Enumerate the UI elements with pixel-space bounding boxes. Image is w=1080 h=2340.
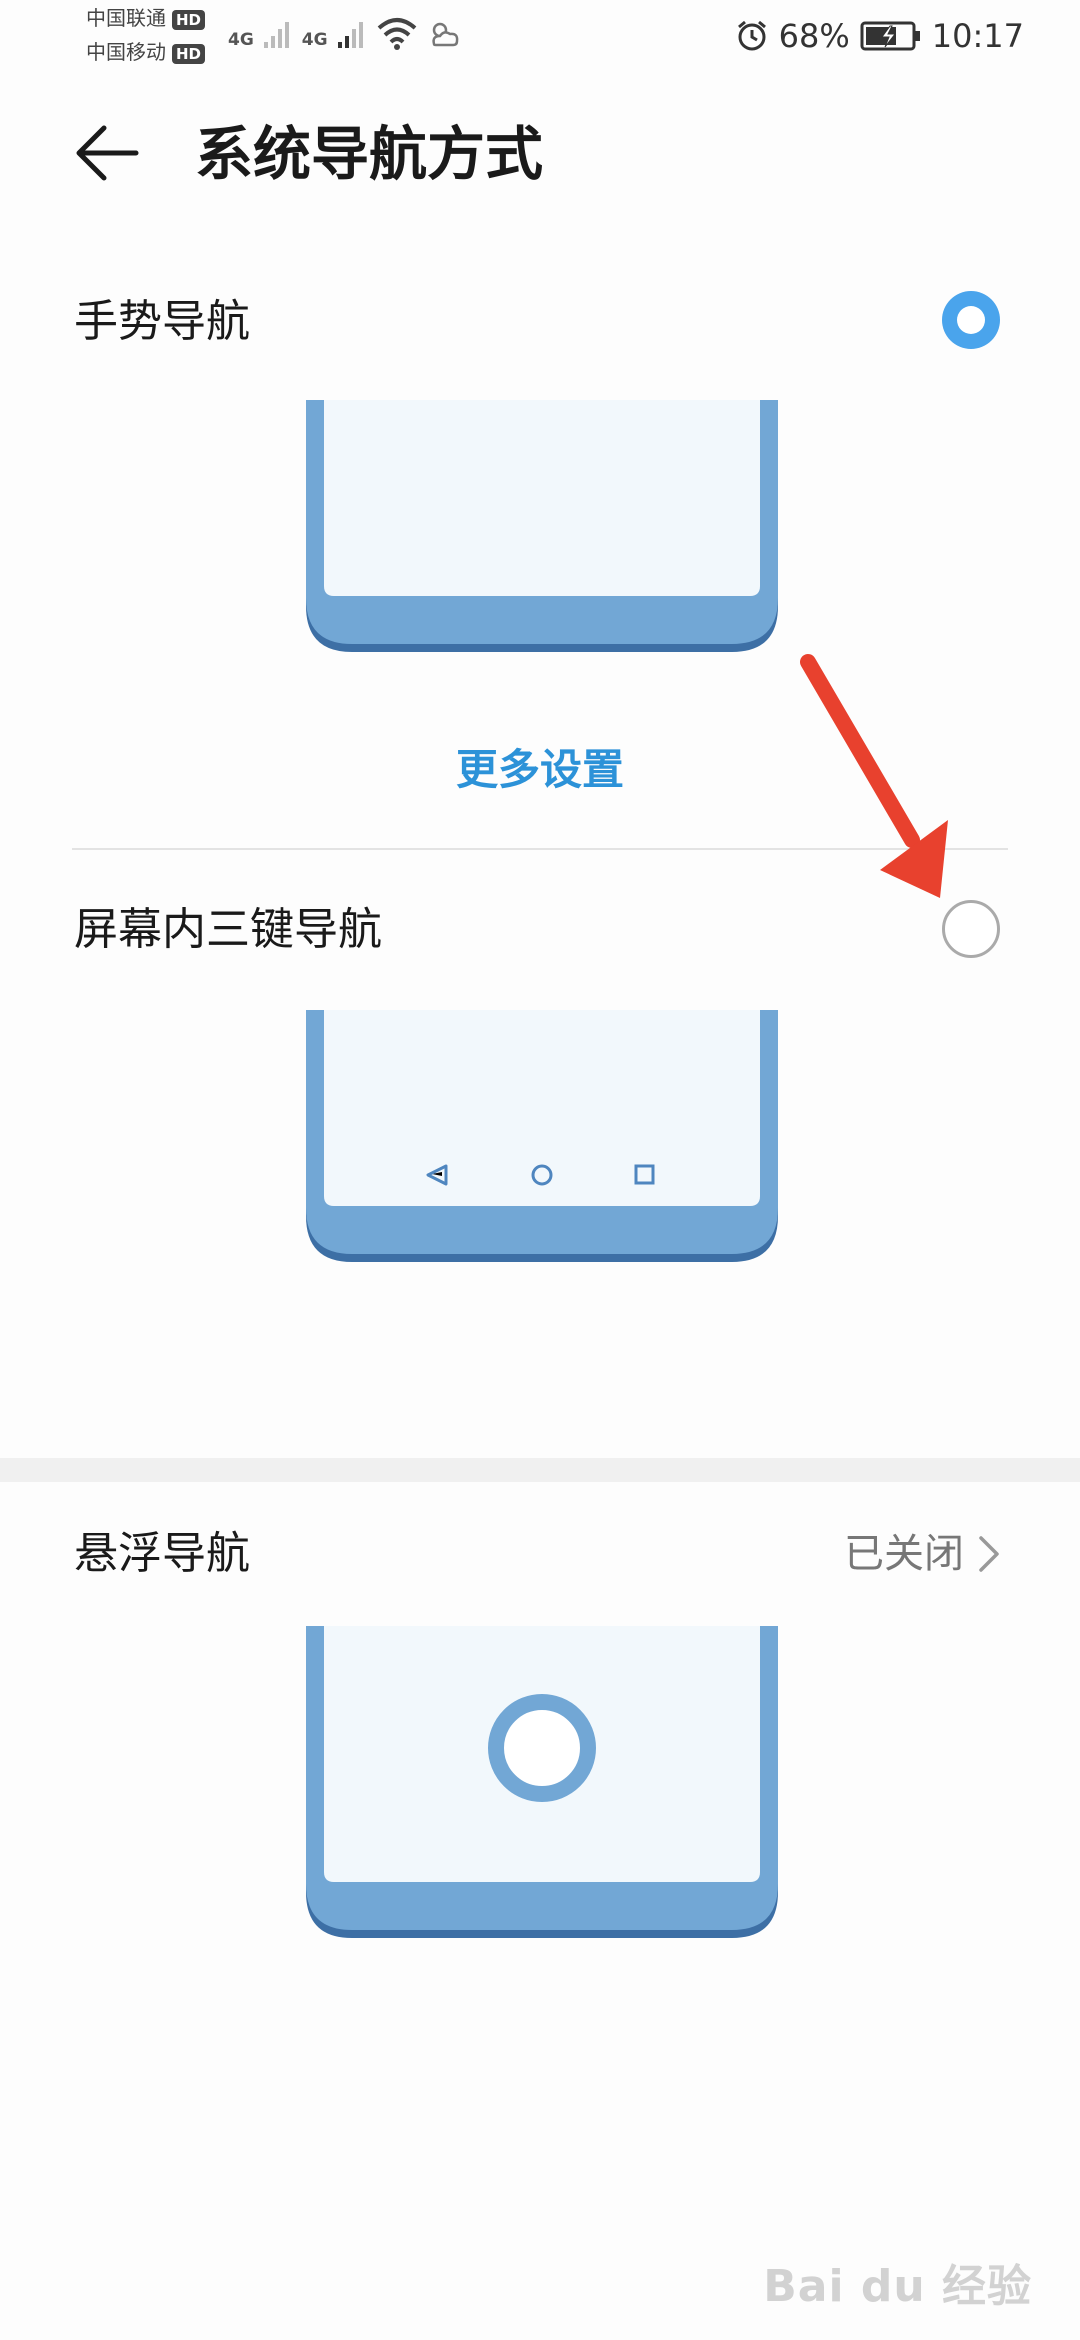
network-type-1: 4G bbox=[228, 30, 254, 50]
status-right: 68% 10:17 bbox=[735, 14, 1024, 58]
battery-percent: 68% bbox=[778, 17, 850, 55]
alarm-icon bbox=[737, 20, 766, 51]
radio-gesture-selected[interactable] bbox=[942, 291, 1000, 349]
carrier-1-name: 中国联通 bbox=[86, 6, 166, 30]
annotation-arrow-icon bbox=[800, 654, 948, 898]
section-separator bbox=[0, 1458, 1080, 1482]
floating-nav-label[interactable]: 悬浮导航 bbox=[74, 1524, 250, 1584]
signal-icon-1 bbox=[263, 22, 289, 48]
hd-badge-2: HD bbox=[172, 43, 206, 64]
weather-icon bbox=[431, 22, 458, 47]
carrier-2: 中国移动 HD bbox=[86, 40, 206, 64]
three-key-nav-illustration bbox=[306, 1010, 778, 1266]
carrier-2-name: 中国移动 bbox=[86, 40, 166, 64]
signal-group: 4G 4G bbox=[228, 16, 462, 50]
radio-dot bbox=[957, 306, 985, 334]
option-three-key-label[interactable]: 屏幕内三键导航 bbox=[74, 900, 382, 960]
baidu-watermark: Bai du 经验 bbox=[763, 2261, 1032, 2312]
chevron-right-icon bbox=[979, 1536, 999, 1572]
battery-charging-icon bbox=[860, 21, 920, 51]
carrier-1: 中国联通 HD bbox=[86, 6, 206, 30]
gesture-nav-illustration bbox=[306, 400, 778, 656]
hd-badge-1: HD bbox=[172, 9, 206, 30]
arrow-left-icon[interactable] bbox=[72, 118, 142, 188]
page-title: 系统导航方式 bbox=[195, 120, 544, 188]
network-type-2: 4G bbox=[301, 30, 328, 50]
floating-nav-status[interactable]: 已关闭 bbox=[844, 1524, 1000, 1584]
signal-icon-2 bbox=[337, 22, 363, 48]
option-gesture-label[interactable]: 手势导航 bbox=[74, 292, 250, 352]
wifi-icon bbox=[377, 18, 416, 50]
floating-nav-illustration bbox=[306, 1626, 778, 1942]
floating-nav-status-text: 已关闭 bbox=[844, 1531, 964, 1577]
clock-time: 10:17 bbox=[931, 17, 1024, 55]
